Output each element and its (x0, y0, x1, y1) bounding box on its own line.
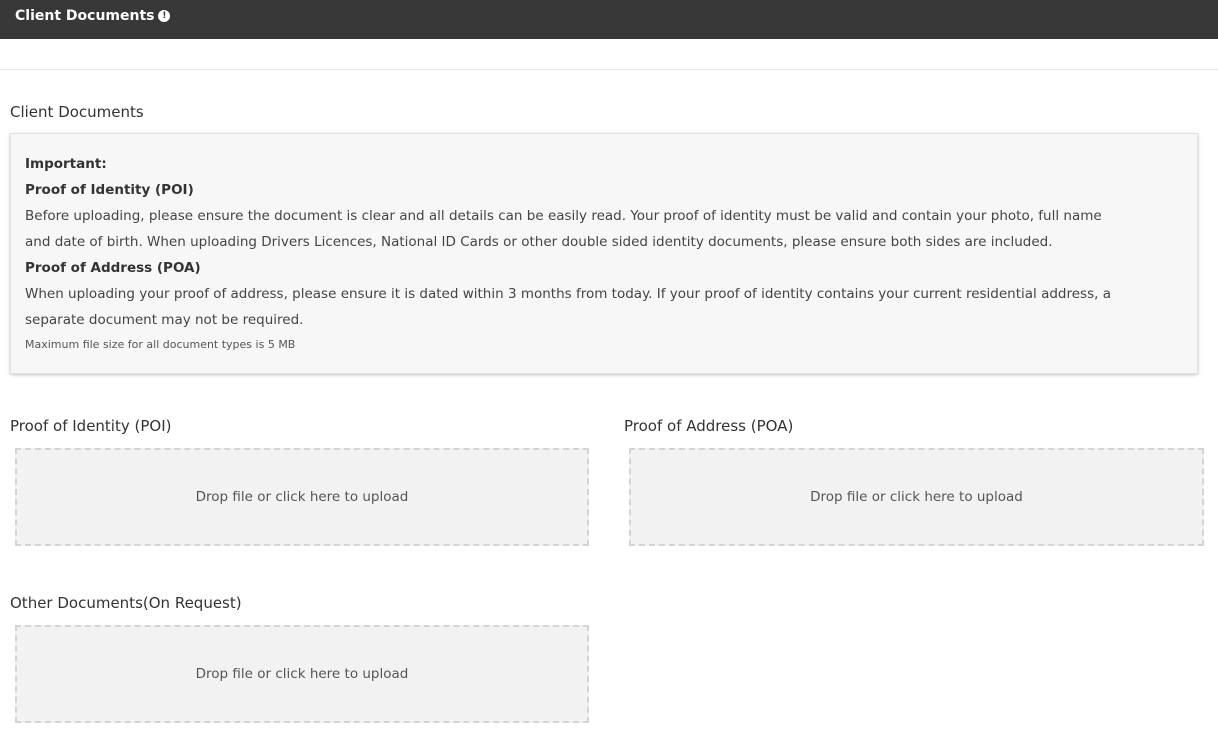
poi-dropzone-text: Drop file or click here to upload (195, 489, 409, 505)
page-title: Client Documents (10, 103, 144, 121)
poa-upload-label: Proof of Address (POA) (624, 417, 794, 435)
other-dropzone-text: Drop file or click here to upload (195, 666, 409, 682)
poa-upload-dropzone[interactable]: Drop file or click here to upload (629, 448, 1204, 546)
notice-poa-text-line-1: When uploading your proof of address, pl… (25, 286, 1111, 302)
notice-poi-heading: Proof of Identity (POI) (25, 182, 194, 198)
header-title-group: Client Documents ! (15, 8, 171, 24)
header-divider (0, 69, 1218, 70)
file-size-note: Maximum file size for all document types… (25, 338, 296, 351)
important-notice-panel: Important: Proof of Identity (POI) Befor… (10, 133, 1198, 374)
header-title: Client Documents (15, 8, 155, 24)
notice-poi-text-line-2: and date of birth. When uploading Driver… (25, 234, 1053, 250)
info-icon[interactable]: ! (158, 10, 171, 22)
other-documents-upload-dropzone[interactable]: Drop file or click here to upload (15, 625, 589, 723)
notice-poa-text-line-2: separate document may not be required. (25, 312, 304, 328)
poi-upload-label: Proof of Identity (POI) (10, 417, 172, 435)
top-header-bar: Client Documents ! (0, 0, 1218, 39)
poi-upload-dropzone[interactable]: Drop file or click here to upload (15, 448, 589, 546)
notice-heading: Important: (25, 156, 107, 172)
other-documents-upload-label: Other Documents(On Request) (10, 594, 242, 612)
notice-poi-text-line-1: Before uploading, please ensure the docu… (25, 208, 1102, 224)
notice-poa-heading: Proof of Address (POA) (25, 260, 201, 276)
poa-dropzone-text: Drop file or click here to upload (810, 489, 1023, 505)
